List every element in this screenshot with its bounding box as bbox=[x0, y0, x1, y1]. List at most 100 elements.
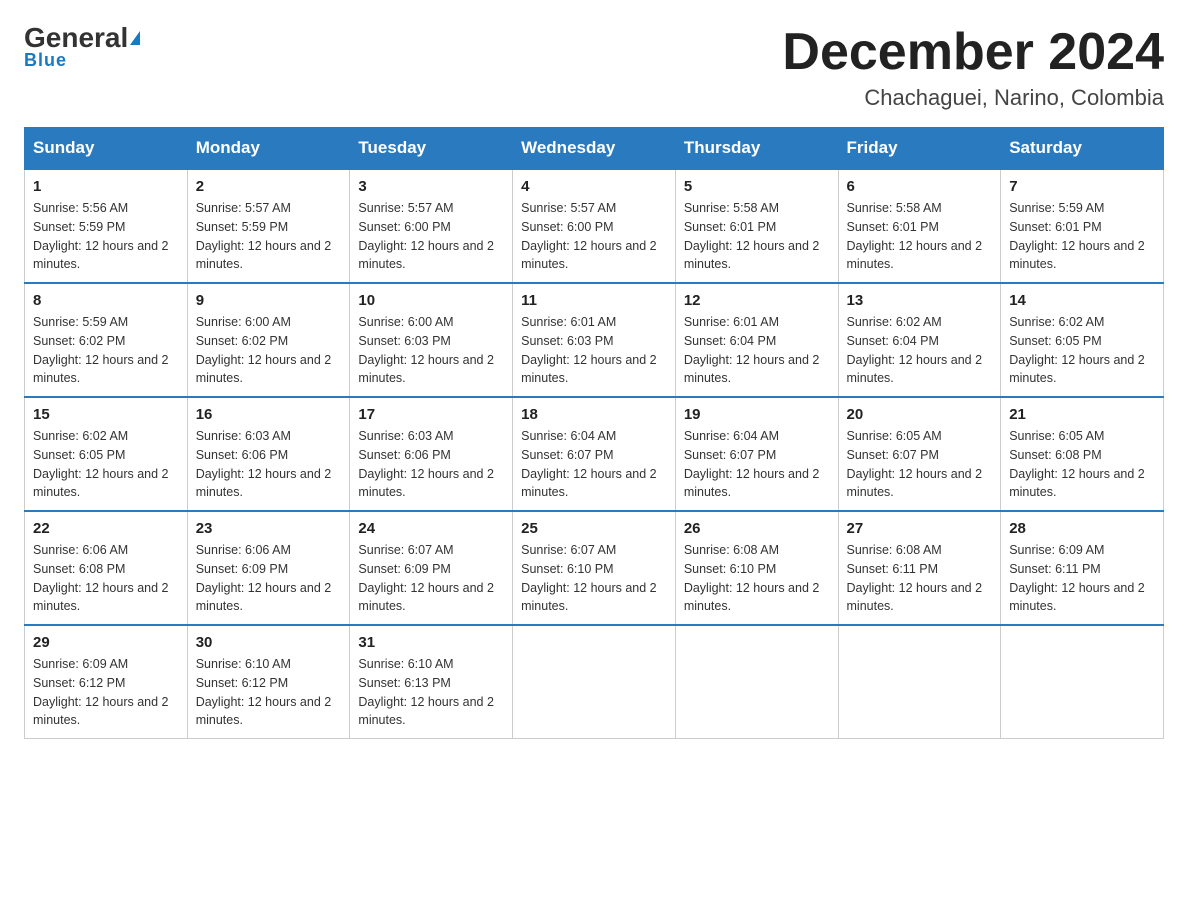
calendar-week-row: 29 Sunrise: 6:09 AMSunset: 6:12 PMDaylig… bbox=[25, 625, 1164, 739]
day-info: Sunrise: 6:10 AMSunset: 6:13 PMDaylight:… bbox=[358, 657, 494, 727]
table-row: 7 Sunrise: 5:59 AMSunset: 6:01 PMDayligh… bbox=[1001, 169, 1164, 283]
day-info: Sunrise: 6:02 AMSunset: 6:05 PMDaylight:… bbox=[33, 429, 169, 499]
day-info: Sunrise: 6:04 AMSunset: 6:07 PMDaylight:… bbox=[521, 429, 657, 499]
table-row: 30 Sunrise: 6:10 AMSunset: 6:12 PMDaylig… bbox=[187, 625, 350, 739]
calendar-week-row: 8 Sunrise: 5:59 AMSunset: 6:02 PMDayligh… bbox=[25, 283, 1164, 397]
table-row: 16 Sunrise: 6:03 AMSunset: 6:06 PMDaylig… bbox=[187, 397, 350, 511]
day-number: 6 bbox=[847, 178, 993, 195]
table-row: 10 Sunrise: 6:00 AMSunset: 6:03 PMDaylig… bbox=[350, 283, 513, 397]
day-number: 8 bbox=[33, 292, 179, 309]
table-row: 9 Sunrise: 6:00 AMSunset: 6:02 PMDayligh… bbox=[187, 283, 350, 397]
day-info: Sunrise: 5:56 AMSunset: 5:59 PMDaylight:… bbox=[33, 201, 169, 271]
day-number: 12 bbox=[684, 292, 830, 309]
day-number: 11 bbox=[521, 292, 667, 309]
col-tuesday: Tuesday bbox=[350, 128, 513, 170]
day-number: 25 bbox=[521, 520, 667, 537]
day-info: Sunrise: 5:57 AMSunset: 6:00 PMDaylight:… bbox=[358, 201, 494, 271]
col-saturday: Saturday bbox=[1001, 128, 1164, 170]
day-number: 26 bbox=[684, 520, 830, 537]
day-info: Sunrise: 5:59 AMSunset: 6:01 PMDaylight:… bbox=[1009, 201, 1145, 271]
table-row: 15 Sunrise: 6:02 AMSunset: 6:05 PMDaylig… bbox=[25, 397, 188, 511]
day-info: Sunrise: 5:57 AMSunset: 6:00 PMDaylight:… bbox=[521, 201, 657, 271]
calendar-header-row: Sunday Monday Tuesday Wednesday Thursday… bbox=[25, 128, 1164, 170]
table-row: 19 Sunrise: 6:04 AMSunset: 6:07 PMDaylig… bbox=[675, 397, 838, 511]
day-info: Sunrise: 6:09 AMSunset: 6:11 PMDaylight:… bbox=[1009, 543, 1145, 613]
day-number: 10 bbox=[358, 292, 504, 309]
location-subtitle: Chachaguei, Narino, Colombia bbox=[782, 85, 1164, 111]
table-row: 5 Sunrise: 5:58 AMSunset: 6:01 PMDayligh… bbox=[675, 169, 838, 283]
day-number: 22 bbox=[33, 520, 179, 537]
day-info: Sunrise: 6:05 AMSunset: 6:08 PMDaylight:… bbox=[1009, 429, 1145, 499]
calendar-table: Sunday Monday Tuesday Wednesday Thursday… bbox=[24, 127, 1164, 739]
day-number: 15 bbox=[33, 406, 179, 423]
day-number: 7 bbox=[1009, 178, 1155, 195]
table-row: 23 Sunrise: 6:06 AMSunset: 6:09 PMDaylig… bbox=[187, 511, 350, 625]
day-number: 17 bbox=[358, 406, 504, 423]
table-row bbox=[675, 625, 838, 739]
day-number: 5 bbox=[684, 178, 830, 195]
day-number: 16 bbox=[196, 406, 342, 423]
day-info: Sunrise: 6:06 AMSunset: 6:08 PMDaylight:… bbox=[33, 543, 169, 613]
day-info: Sunrise: 6:01 AMSunset: 6:03 PMDaylight:… bbox=[521, 315, 657, 385]
logo-text-general: General bbox=[24, 24, 128, 52]
day-number: 31 bbox=[358, 634, 504, 651]
table-row: 14 Sunrise: 6:02 AMSunset: 6:05 PMDaylig… bbox=[1001, 283, 1164, 397]
table-row: 20 Sunrise: 6:05 AMSunset: 6:07 PMDaylig… bbox=[838, 397, 1001, 511]
day-info: Sunrise: 6:04 AMSunset: 6:07 PMDaylight:… bbox=[684, 429, 820, 499]
calendar-week-row: 22 Sunrise: 6:06 AMSunset: 6:08 PMDaylig… bbox=[25, 511, 1164, 625]
table-row: 3 Sunrise: 5:57 AMSunset: 6:00 PMDayligh… bbox=[350, 169, 513, 283]
day-info: Sunrise: 6:02 AMSunset: 6:05 PMDaylight:… bbox=[1009, 315, 1145, 385]
table-row: 28 Sunrise: 6:09 AMSunset: 6:11 PMDaylig… bbox=[1001, 511, 1164, 625]
day-info: Sunrise: 6:03 AMSunset: 6:06 PMDaylight:… bbox=[358, 429, 494, 499]
day-number: 21 bbox=[1009, 406, 1155, 423]
table-row bbox=[838, 625, 1001, 739]
table-row: 8 Sunrise: 5:59 AMSunset: 6:02 PMDayligh… bbox=[25, 283, 188, 397]
day-number: 4 bbox=[521, 178, 667, 195]
day-info: Sunrise: 6:06 AMSunset: 6:09 PMDaylight:… bbox=[196, 543, 332, 613]
day-info: Sunrise: 6:07 AMSunset: 6:09 PMDaylight:… bbox=[358, 543, 494, 613]
table-row: 11 Sunrise: 6:01 AMSunset: 6:03 PMDaylig… bbox=[513, 283, 676, 397]
day-number: 3 bbox=[358, 178, 504, 195]
day-info: Sunrise: 6:02 AMSunset: 6:04 PMDaylight:… bbox=[847, 315, 983, 385]
day-info: Sunrise: 6:08 AMSunset: 6:10 PMDaylight:… bbox=[684, 543, 820, 613]
day-info: Sunrise: 6:08 AMSunset: 6:11 PMDaylight:… bbox=[847, 543, 983, 613]
day-number: 2 bbox=[196, 178, 342, 195]
day-info: Sunrise: 6:07 AMSunset: 6:10 PMDaylight:… bbox=[521, 543, 657, 613]
col-sunday: Sunday bbox=[25, 128, 188, 170]
table-row: 1 Sunrise: 5:56 AMSunset: 5:59 PMDayligh… bbox=[25, 169, 188, 283]
table-row: 25 Sunrise: 6:07 AMSunset: 6:10 PMDaylig… bbox=[513, 511, 676, 625]
day-info: Sunrise: 6:01 AMSunset: 6:04 PMDaylight:… bbox=[684, 315, 820, 385]
table-row: 12 Sunrise: 6:01 AMSunset: 6:04 PMDaylig… bbox=[675, 283, 838, 397]
day-number: 23 bbox=[196, 520, 342, 537]
day-info: Sunrise: 6:00 AMSunset: 6:02 PMDaylight:… bbox=[196, 315, 332, 385]
table-row: 13 Sunrise: 6:02 AMSunset: 6:04 PMDaylig… bbox=[838, 283, 1001, 397]
day-info: Sunrise: 6:00 AMSunset: 6:03 PMDaylight:… bbox=[358, 315, 494, 385]
day-number: 14 bbox=[1009, 292, 1155, 309]
table-row: 24 Sunrise: 6:07 AMSunset: 6:09 PMDaylig… bbox=[350, 511, 513, 625]
table-row: 6 Sunrise: 5:58 AMSunset: 6:01 PMDayligh… bbox=[838, 169, 1001, 283]
col-wednesday: Wednesday bbox=[513, 128, 676, 170]
day-number: 24 bbox=[358, 520, 504, 537]
table-row: 26 Sunrise: 6:08 AMSunset: 6:10 PMDaylig… bbox=[675, 511, 838, 625]
title-section: December 2024 Chachaguei, Narino, Colomb… bbox=[782, 24, 1164, 111]
day-info: Sunrise: 6:05 AMSunset: 6:07 PMDaylight:… bbox=[847, 429, 983, 499]
table-row: 2 Sunrise: 5:57 AMSunset: 5:59 PMDayligh… bbox=[187, 169, 350, 283]
logo: General Blue bbox=[24, 24, 140, 71]
day-number: 30 bbox=[196, 634, 342, 651]
day-number: 9 bbox=[196, 292, 342, 309]
col-monday: Monday bbox=[187, 128, 350, 170]
day-number: 1 bbox=[33, 178, 179, 195]
day-number: 28 bbox=[1009, 520, 1155, 537]
day-info: Sunrise: 5:57 AMSunset: 5:59 PMDaylight:… bbox=[196, 201, 332, 271]
day-info: Sunrise: 6:03 AMSunset: 6:06 PMDaylight:… bbox=[196, 429, 332, 499]
table-row: 21 Sunrise: 6:05 AMSunset: 6:08 PMDaylig… bbox=[1001, 397, 1164, 511]
logo-text-blue: Blue bbox=[24, 50, 67, 71]
col-thursday: Thursday bbox=[675, 128, 838, 170]
col-friday: Friday bbox=[838, 128, 1001, 170]
day-number: 27 bbox=[847, 520, 993, 537]
table-row bbox=[1001, 625, 1164, 739]
table-row: 18 Sunrise: 6:04 AMSunset: 6:07 PMDaylig… bbox=[513, 397, 676, 511]
table-row: 22 Sunrise: 6:06 AMSunset: 6:08 PMDaylig… bbox=[25, 511, 188, 625]
day-info: Sunrise: 5:58 AMSunset: 6:01 PMDaylight:… bbox=[684, 201, 820, 271]
day-number: 18 bbox=[521, 406, 667, 423]
